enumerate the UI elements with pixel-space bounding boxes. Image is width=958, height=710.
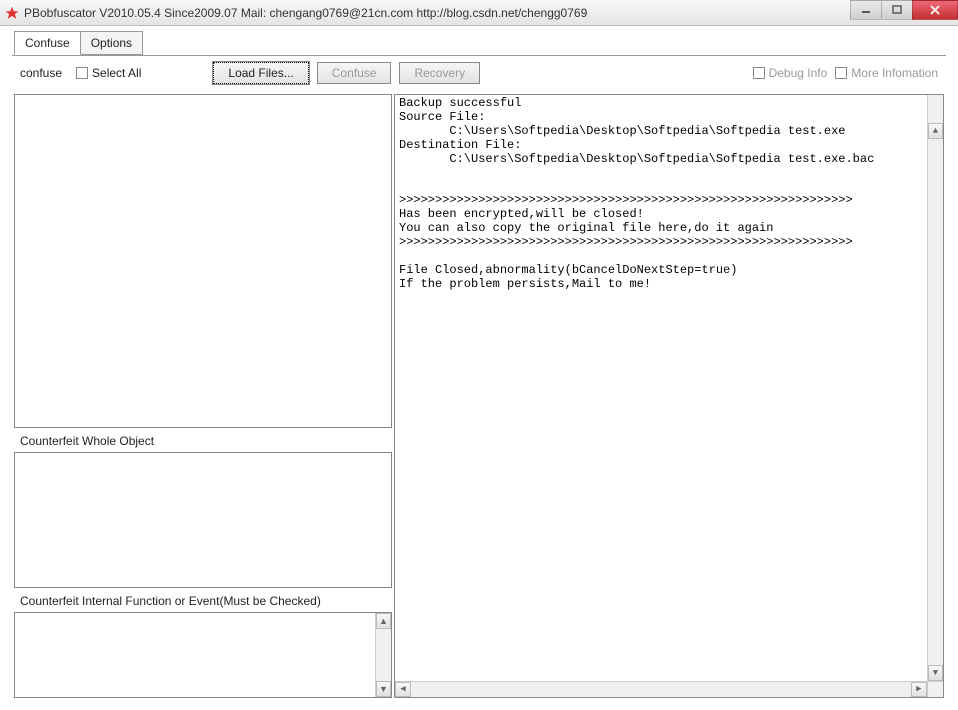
counterfeit-whole-listbox[interactable]	[14, 452, 392, 588]
right-column: Backup successful Source File: C:\Users\…	[394, 94, 944, 698]
scrollbar-vertical[interactable]: ▲ ▼	[927, 95, 943, 681]
load-files-button[interactable]: Load Files...	[213, 62, 308, 84]
scroll-corner	[927, 681, 943, 697]
content-row: Counterfeit Whole Object Counterfeit Int…	[12, 92, 946, 700]
scroll-left-icon[interactable]: ◀	[395, 682, 411, 697]
maximize-button[interactable]	[881, 0, 913, 20]
more-information-label: More Infomation	[851, 66, 938, 80]
confuse-button[interactable]: Confuse	[317, 62, 392, 84]
checkbox-box-icon	[835, 67, 847, 79]
debug-info-label: Debug Info	[769, 66, 828, 80]
counterfeit-internal-label: Counterfeit Internal Function or Event(M…	[20, 594, 392, 608]
confuse-label: confuse	[20, 66, 62, 80]
titlebar[interactable]: PBobfuscator V2010.05.4 Since2009.07 Mai…	[0, 0, 958, 26]
scroll-track[interactable]	[376, 629, 391, 681]
scroll-down-icon[interactable]: ▼	[376, 681, 391, 697]
minimize-button[interactable]	[850, 0, 882, 20]
app-icon	[4, 5, 20, 21]
close-button[interactable]	[912, 0, 958, 20]
files-listbox[interactable]	[14, 94, 392, 428]
log-output[interactable]: Backup successful Source File: C:\Users\…	[394, 94, 944, 698]
tab-confuse[interactable]: Confuse	[14, 31, 81, 55]
scroll-right-icon[interactable]: ▶	[911, 682, 927, 697]
select-all-label: Select All	[92, 66, 141, 80]
window-controls	[851, 0, 958, 20]
scrollbar-vertical[interactable]: ▲ ▼	[375, 613, 391, 697]
window-title: PBobfuscator V2010.05.4 Since2009.07 Mai…	[24, 6, 587, 20]
counterfeit-internal-listbox[interactable]: ▲ ▼	[14, 612, 392, 698]
select-all-checkbox[interactable]: Select All	[76, 66, 141, 80]
checkbox-box-icon	[76, 67, 88, 79]
tabs: Confuse Options	[14, 30, 956, 54]
left-column: Counterfeit Whole Object Counterfeit Int…	[12, 92, 394, 700]
log-text: Backup successful Source File: C:\Users\…	[395, 95, 927, 681]
toolbar: confuse Select All Load Files... Confuse…	[12, 56, 946, 90]
debug-info-checkbox[interactable]: Debug Info	[753, 66, 828, 80]
scroll-track[interactable]	[928, 111, 943, 665]
scrollbar-horizontal[interactable]: ◀ ▶	[395, 681, 927, 697]
recovery-button[interactable]: Recovery	[399, 62, 480, 84]
tab-options[interactable]: Options	[80, 31, 143, 55]
checkbox-box-icon	[753, 67, 765, 79]
scroll-up-icon[interactable]: ▲	[376, 613, 391, 629]
client-area: Confuse Options confuse Select All Load …	[2, 26, 956, 708]
more-information-checkbox[interactable]: More Infomation	[835, 66, 938, 80]
tab-page-confuse: confuse Select All Load Files... Confuse…	[12, 55, 946, 700]
counterfeit-whole-label: Counterfeit Whole Object	[20, 434, 392, 448]
scroll-down-icon[interactable]: ▼	[928, 665, 943, 681]
